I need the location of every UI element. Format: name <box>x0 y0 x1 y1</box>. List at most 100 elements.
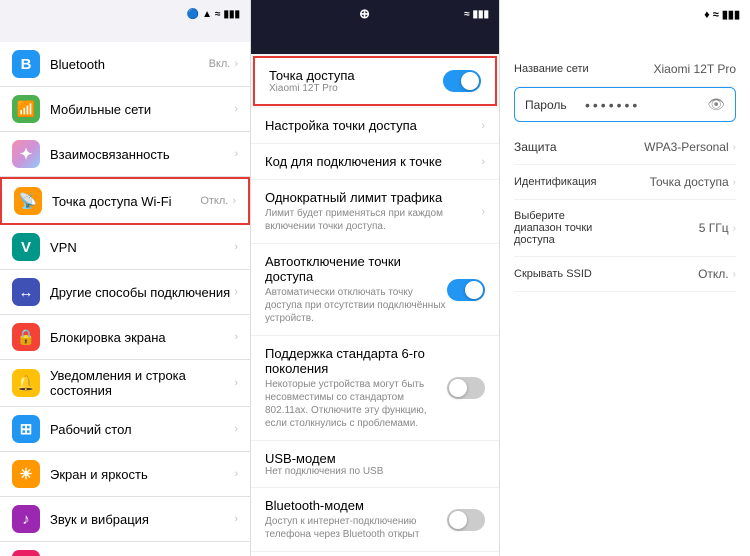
hotspot-item-ethernet[interactable]: Отправить через Ethernet› <box>251 552 499 556</box>
hide-ssid-chevron: › <box>733 269 736 280</box>
settings-item-vpn[interactable]: V VPN › <box>0 225 250 270</box>
bluetooth-value: Вкл. <box>209 58 231 70</box>
config-nav <box>500 28 750 40</box>
bluetooth-chevron: › <box>234 58 238 70</box>
mobile-label: Мобильные сети <box>50 102 234 117</box>
traffic-limit-chevron: › <box>481 206 485 218</box>
protection-value: WPA3-Personal <box>594 140 729 154</box>
identity-value: Точка доступа <box>604 175 729 189</box>
settings-item-mobile[interactable]: 📶 Мобильные сети › <box>0 87 250 132</box>
hotspot-item-connect-code[interactable]: Код для подключения к точке› <box>251 144 499 180</box>
wallpaper-icon: 🖼 <box>12 550 40 556</box>
battery-icon: ▮▮▮ <box>223 9 240 20</box>
display-chevron: › <box>234 468 238 480</box>
hotspot-item-6gen[interactable]: Поддержка стандарта 6-го поколенияНекото… <box>251 336 499 441</box>
band-chevron: › <box>733 223 736 234</box>
notifications-label: Уведомления и строка состояния <box>50 368 234 398</box>
bluetooth-icon: B <box>12 50 40 78</box>
hotspot-item-hotspot-toggle[interactable]: Точка доступаXiaomi 12T Pro <box>253 56 497 106</box>
display-icon: ☀ <box>12 460 40 488</box>
eye-icon[interactable]: 👁 <box>707 96 725 113</box>
hotspot-value: Откл. <box>200 195 228 207</box>
band-label: Выберите диапазон точки доступа <box>514 210 604 246</box>
config-status-bar: ♦ ≈ ▮▮▮ <box>500 0 750 28</box>
bt-modem-label: Bluetooth-модем <box>265 498 447 513</box>
network-name-label: Название сети <box>514 63 604 75</box>
settings-list: B Bluetooth Вкл. › 📶 Мобильные сети › ✦ … <box>0 42 250 556</box>
settings-item-display[interactable]: ☀ Экран и яркость › <box>0 452 250 497</box>
settings-item-sound[interactable]: ♪ Звук и вибрация › <box>0 497 250 542</box>
config-row-protection[interactable]: Защита WPA3-Personal › <box>514 130 736 165</box>
settings-item-notifications[interactable]: 🔔 Уведомления и строка состояния › <box>0 360 250 407</box>
mobile-chevron: › <box>234 103 238 115</box>
hotspot-nav <box>251 28 499 44</box>
config-row-hide-ssid[interactable]: Скрывать SSID Откл. › <box>514 257 736 292</box>
identity-chevron: › <box>733 177 736 188</box>
config-row-network-name[interactable]: Название сети Xiaomi 12T Pro <box>514 52 736 87</box>
panel-hotspot: ⊕ ≈ ▮▮▮ Точка доступаXiaomi 12T Pro Наст… <box>250 0 500 556</box>
bt-modem-toggle[interactable] <box>447 509 485 531</box>
vpn-label: VPN <box>50 240 234 255</box>
sound-chevron: › <box>234 513 238 525</box>
status-icons-1: 🔵 ▲ ≈ ▮▮▮ <box>187 9 240 20</box>
bluetooth-label: Bluetooth <box>50 57 209 72</box>
bt-modem-desc: Доступ к интернет-подключению телефона ч… <box>265 515 447 541</box>
config-row-band[interactable]: Выберите диапазон точки доступа 5 ГГц › <box>514 200 736 257</box>
hotspot-list: Точка доступаXiaomi 12T Pro Настройка то… <box>251 54 499 556</box>
dark-status-bar: ⊕ ≈ ▮▮▮ <box>251 0 499 28</box>
mobile-icon: 📶 <box>12 95 40 123</box>
display-label: Экран и яркость <box>50 467 234 482</box>
desktop-label: Рабочий стол <box>50 422 234 437</box>
hotspot-label: Точка доступа Wi-Fi <box>52 194 200 209</box>
other-icon: ↔ <box>12 278 40 306</box>
settings-item-screenlock[interactable]: 🔒 Блокировка экрана › <box>0 315 250 360</box>
panel-config: ♦ ≈ ▮▮▮ Название сети Xiaomi 12T Pro Пар… <box>500 0 750 556</box>
sound-icon: ♪ <box>12 505 40 533</box>
config-row-password[interactable]: Пароль ••••••• 👁 <box>514 87 736 122</box>
auto-off-desc: Автоматически отключать точку доступа пр… <box>265 286 447 325</box>
config-title <box>500 40 750 52</box>
signal-icon: ▲ <box>202 9 212 20</box>
hotspot-item-bt-modem[interactable]: Bluetooth-модем Доступ к интернет-подключ… <box>251 488 499 552</box>
config-list: Название сети Xiaomi 12T Pro Пароль ••••… <box>500 52 750 556</box>
protection-chevron: › <box>733 142 736 153</box>
configure-chevron: › <box>481 120 485 132</box>
hotspot-item-auto-off[interactable]: Автоотключение точки доступаАвтоматическ… <box>251 244 499 336</box>
6gen-toggle[interactable] <box>447 377 485 399</box>
usb-modem-label: USB-модем <box>265 451 485 466</box>
hide-ssid-value: Откл. <box>604 267 729 281</box>
settings-item-desktop[interactable]: ⊞ Рабочий стол › <box>0 407 250 452</box>
sound-label: Звук и вибрация <box>50 512 234 527</box>
interconnect-label: Взаимосвязанность <box>50 147 234 162</box>
hotspot-item-usb-modem[interactable]: USB-модемНет подключения по USB <box>251 441 499 488</box>
connect-code-chevron: › <box>481 156 485 168</box>
vpn-icon: V <box>12 233 40 261</box>
hotspot-item-configure[interactable]: Настройка точки доступа› <box>251 108 499 144</box>
desktop-icon: ⊞ <box>12 415 40 443</box>
settings-item-interconnect[interactable]: ✦ Взаимосвязанность › <box>0 132 250 177</box>
traffic-limit-desc: Лимит будет применяться при каждом включ… <box>265 207 481 233</box>
auto-off-toggle[interactable] <box>447 279 485 301</box>
6gen-label: Поддержка стандарта 6-го поколения <box>265 346 447 376</box>
config-row-identity[interactable]: Идентификация Точка доступа › <box>514 165 736 200</box>
6gen-desc: Некоторые устройства могут быть несовмес… <box>265 378 447 430</box>
connect-code-label: Код для подключения к точке <box>265 154 481 169</box>
settings-item-wallpaper[interactable]: 🖼 Обои и персонализация › <box>0 542 250 556</box>
other-label: Другие способы подключения <box>50 285 234 300</box>
settings-item-hotspot[interactable]: 📡 Точка доступа Wi-Fi Откл. › <box>0 177 250 225</box>
identity-label: Идентификация <box>514 176 604 188</box>
hotspot-item-traffic-limit[interactable]: Однократный лимит трафикаЛимит будет при… <box>251 180 499 244</box>
usb-modem-sublabel: Нет подключения по USB <box>265 466 485 477</box>
panel-settings: 🔵 ▲ ≈ ▮▮▮ B Bluetooth Вкл. › 📶 Мобильные… <box>0 0 250 556</box>
settings-item-bluetooth[interactable]: B Bluetooth Вкл. › <box>0 42 250 87</box>
band-value: 5 ГГц <box>604 221 729 235</box>
settings-item-other[interactable]: ↔ Другие способы подключения › <box>0 270 250 315</box>
hotspot-toggle-sublabel: Xiaomi 12T Pro <box>269 83 443 94</box>
notifications-chevron: › <box>234 377 238 389</box>
screenlock-chevron: › <box>234 331 238 343</box>
hotspot-toggle-toggle[interactable] <box>443 70 481 92</box>
notifications-icon: 🔔 <box>12 369 40 397</box>
vpn-chevron: › <box>234 241 238 253</box>
desktop-chevron: › <box>234 423 238 435</box>
screenlock-label: Блокировка экрана <box>50 330 234 345</box>
